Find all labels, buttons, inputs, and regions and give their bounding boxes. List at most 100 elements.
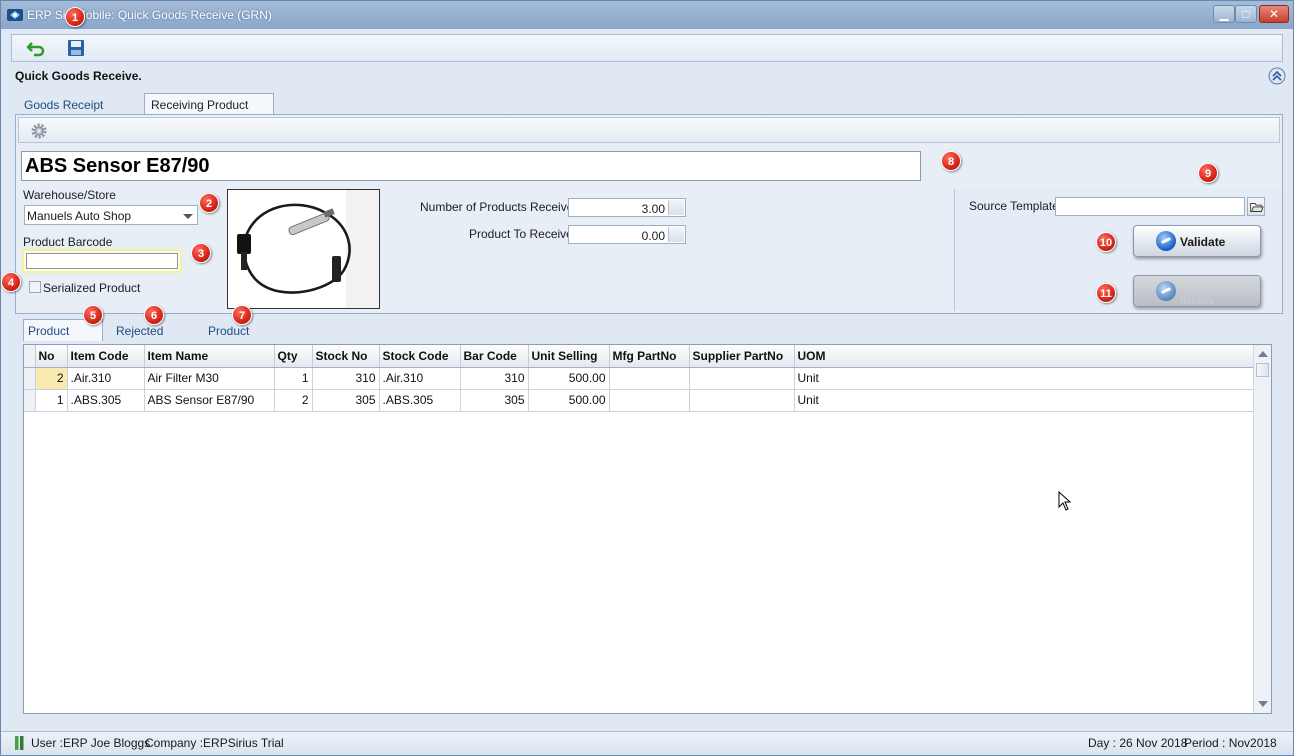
folder-open-icon[interactable] <box>1247 197 1265 216</box>
column-header[interactable]: Stock Code <box>379 345 461 368</box>
row-indicator[interactable] <box>24 367 36 390</box>
maximize-button[interactable]: □ <box>1235 5 1257 23</box>
callout-badge: 4 <box>1 272 21 292</box>
double-chevron-up-icon[interactable] <box>1268 67 1286 85</box>
tab-goods-receipt-details[interactable]: Goods Receipt Details <box>17 93 141 134</box>
received-label: Number of Products Received <box>420 200 581 214</box>
row-indicator-header <box>24 345 36 368</box>
blue-refresh-icon <box>1156 231 1176 251</box>
product-image <box>227 189 380 309</box>
panel-toolbar <box>18 117 1280 143</box>
product-items-grid: No Item Code Item Name Qty Stock No Stoc… <box>23 344 1272 714</box>
column-header[interactable]: Stock No <box>312 345 380 368</box>
to-receive-field[interactable]: 0.00 <box>568 225 686 244</box>
chevron-down-icon <box>183 214 193 219</box>
to-receive-value: 0.00 <box>641 229 665 243</box>
title-bar[interactable]: ERP Si +Mobile: Quick Goods Receive (GRN… <box>1 1 1293 29</box>
received-spin-button[interactable] <box>668 200 684 215</box>
cell-uom[interactable]: Unit <box>794 389 1255 412</box>
callout-badge: 9 <box>1198 163 1218 183</box>
callout-badge: 2 <box>199 193 219 213</box>
maximize-icon: □ <box>1242 7 1250 21</box>
cell-uom[interactable]: Unit <box>794 367 1255 390</box>
form-heading: Quick Goods Receive. <box>15 69 142 83</box>
table-row[interactable]: 2 .Air.310 Air Filter M30 1 310 .Air.310… <box>24 367 1255 390</box>
cell-qty[interactable]: 2 <box>274 389 313 412</box>
cell-item-name[interactable]: ABS Sensor E87/90 <box>144 389 275 412</box>
cell-bar-code[interactable]: 305 <box>460 389 529 412</box>
received-field[interactable]: 3.00 <box>568 198 686 217</box>
cell-qty[interactable]: 1 <box>274 367 313 390</box>
callout-badge: 3 <box>191 243 211 263</box>
blue-refresh-icon <box>1156 281 1176 301</box>
status-book-icon <box>15 736 25 750</box>
column-header[interactable]: Bar Code <box>460 345 529 368</box>
callout-badge: 11 <box>1096 283 1116 303</box>
close-icon: ✕ <box>1268 7 1280 21</box>
scroll-up-icon[interactable] <box>1258 351 1268 357</box>
cell-bar-code[interactable]: 310 <box>460 367 529 390</box>
source-template-input[interactable] <box>1055 197 1245 216</box>
column-header[interactable]: UOM <box>794 345 1255 368</box>
tab-receiving-product-items[interactable]: Receiving Product Items <box>144 93 274 134</box>
barcode-label: Product Barcode <box>23 235 113 249</box>
window-title: ERP Si +Mobile: Quick Goods Receive (GRN… <box>27 8 272 22</box>
serialized-label: Serialized Product <box>43 281 141 295</box>
cell-no[interactable]: 2 <box>35 367 68 390</box>
receiving-panel: ABS Sensor E87/90 Warehouse/Store Manuel… <box>15 114 1283 314</box>
undo-arrow-icon[interactable] <box>26 39 46 57</box>
received-value: 3.00 <box>641 202 665 216</box>
minimize-button[interactable]: ▁ <box>1213 5 1235 23</box>
cell-item-code[interactable]: .ABS.305 <box>67 389 145 412</box>
warehouse-select[interactable]: Manuels Auto Shop <box>24 205 198 225</box>
close-button[interactable]: ✕ <box>1259 5 1289 23</box>
status-day: Day : 26 Nov 2018 <box>1088 736 1188 750</box>
cell-supplier-partno[interactable] <box>689 367 795 390</box>
scroll-down-icon[interactable] <box>1258 701 1268 707</box>
scroll-thumb[interactable] <box>1256 363 1269 377</box>
template-section: Source Template Validate Complete Goods … <box>954 189 1282 311</box>
product-name-field: ABS Sensor E87/90 <box>21 151 921 181</box>
to-receive-spin-button[interactable] <box>668 227 684 242</box>
cell-no[interactable]: 1 <box>35 389 68 412</box>
column-header[interactable]: No <box>35 345 68 368</box>
cell-unit-selling[interactable]: 500.00 <box>528 367 610 390</box>
cell-stock-no[interactable]: 310 <box>312 367 380 390</box>
column-header[interactable]: Supplier PartNo <box>689 345 795 368</box>
barcode-highlight <box>22 249 182 273</box>
callout-badge: 6 <box>144 305 164 325</box>
serialized-checkbox[interactable] <box>29 281 41 293</box>
cell-mfg-partno[interactable] <box>609 367 690 390</box>
gear-icon[interactable] <box>31 123 47 139</box>
barcode-input[interactable] <box>26 253 178 269</box>
validate-button[interactable]: Validate <box>1133 225 1261 257</box>
column-header[interactable]: Qty <box>274 345 313 368</box>
main-toolbar <box>11 34 1283 62</box>
cell-item-name[interactable]: Air Filter M30 <box>144 367 275 390</box>
items-table: No Item Code Item Name Qty Stock No Stoc… <box>24 345 1255 412</box>
warehouse-label: Warehouse/Store <box>23 188 116 202</box>
column-header[interactable]: Item Name <box>144 345 275 368</box>
row-indicator[interactable] <box>24 389 36 412</box>
cell-supplier-partno[interactable] <box>689 389 795 412</box>
callout-badge: 1 <box>65 7 85 27</box>
cell-item-code[interactable]: .Air.310 <box>67 367 145 390</box>
cell-unit-selling[interactable]: 500.00 <box>528 389 610 412</box>
floppy-disk-icon[interactable] <box>66 39 86 57</box>
column-header[interactable]: Item Code <box>67 345 145 368</box>
cell-stock-no[interactable]: 305 <box>312 389 380 412</box>
column-header[interactable]: Unit Selling <box>528 345 610 368</box>
mouse-pointer-icon <box>1058 491 1072 511</box>
grid-header-row: No Item Code Item Name Qty Stock No Stoc… <box>24 345 1255 368</box>
app-logo-icon <box>7 9 23 21</box>
cell-stock-code[interactable]: .ABS.305 <box>379 389 461 412</box>
column-header[interactable]: Mfg PartNo <box>609 345 690 368</box>
source-template-label: Source Template <box>969 199 1059 213</box>
app-window: ERP Si +Mobile: Quick Goods Receive (GRN… <box>0 0 1294 756</box>
cell-mfg-partno[interactable] <box>609 389 690 412</box>
minimize-icon: ▁ <box>1219 7 1229 21</box>
table-row[interactable]: 1 .ABS.305 ABS Sensor E87/90 2 305 .ABS.… <box>24 389 1255 412</box>
cell-stock-code[interactable]: .Air.310 <box>379 367 461 390</box>
grid-vertical-scrollbar[interactable] <box>1253 345 1271 713</box>
callout-badge: 5 <box>83 305 103 325</box>
